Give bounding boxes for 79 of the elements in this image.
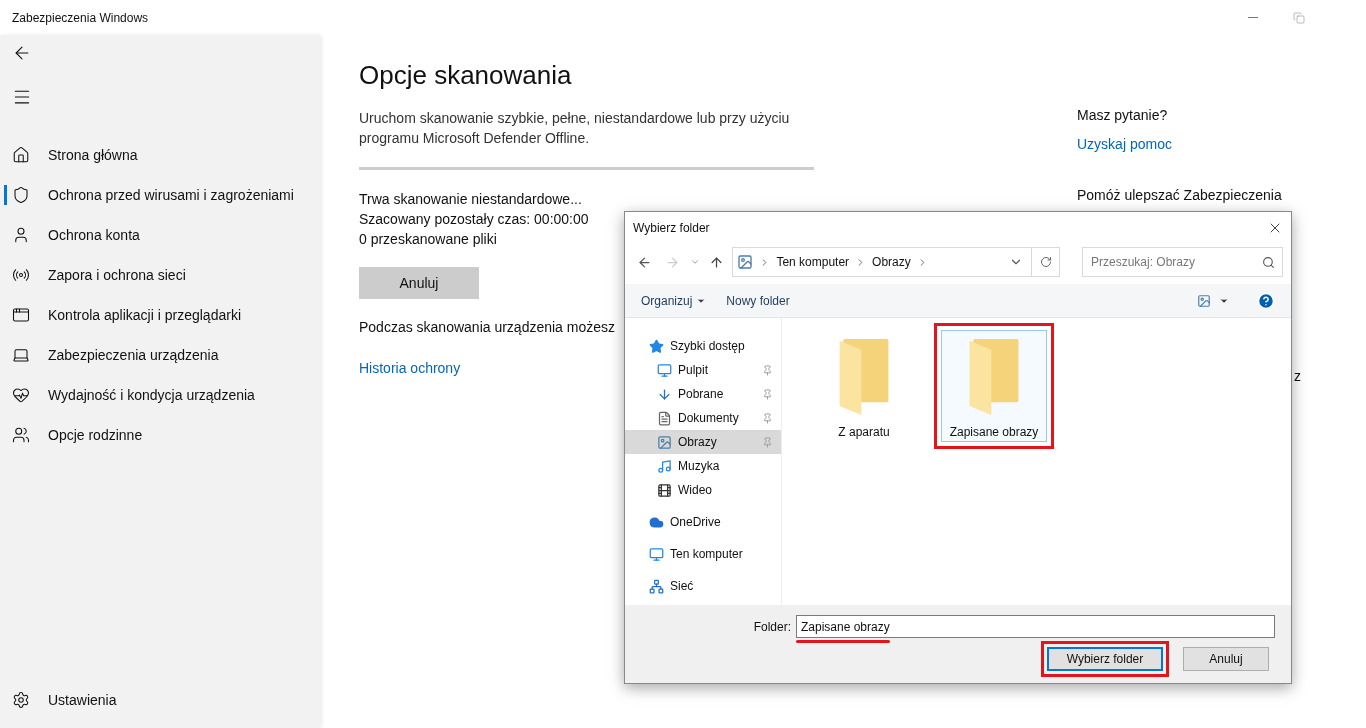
download-arrow-icon — [657, 386, 672, 402]
sidebar-item[interactable]: Zabezpieczenia urządzenia — [0, 335, 320, 375]
nav-item[interactable]: Muzyka — [625, 454, 781, 478]
people-icon — [12, 426, 30, 444]
settings-item[interactable]: Ustawienia — [0, 680, 320, 720]
film-icon — [657, 482, 672, 498]
nav-item[interactable]: Wideo — [625, 478, 781, 502]
pin-icon[interactable] — [762, 388, 773, 400]
star-icon — [649, 338, 664, 354]
computer-icon — [649, 546, 664, 562]
laptop-icon — [12, 346, 30, 364]
network-icon — [649, 578, 664, 594]
nav-item[interactable]: Pulpit — [625, 358, 781, 382]
picture-icon — [737, 254, 754, 270]
refresh-icon — [1039, 256, 1052, 268]
person-icon — [12, 226, 30, 244]
home-icon — [12, 146, 30, 164]
status-text: Szacowany pozostały czas: 00:00:00 — [359, 210, 589, 229]
document-icon — [657, 410, 672, 426]
sidebar-item[interactable]: Opcje rodzinne — [0, 415, 320, 455]
folder-label: Folder: — [753, 618, 791, 636]
organize-menu[interactable]: Organizuj — [633, 291, 715, 310]
breadcrumb-item[interactable]: Ten komputer — [776, 253, 850, 271]
picture-icon — [1197, 293, 1211, 308]
status-text: 0 przeskanowane pliki — [359, 230, 498, 249]
question-heading: Masz pytanie? — [1077, 106, 1169, 125]
folder-item[interactable]: Z aparatu — [811, 330, 917, 442]
folder-name: Z aparatu — [838, 424, 890, 441]
monitor-icon — [657, 362, 672, 378]
search-field[interactable]: Przeszukaj: Obrazy — [1082, 247, 1283, 277]
music-note-icon — [657, 458, 672, 474]
sidebar-item[interactable]: Zapora i ochrona sieci — [0, 255, 320, 295]
forward-arrow-icon — [665, 254, 681, 270]
chevron-icon — [689, 257, 700, 267]
window-title: Zabezpieczenia Windows — [12, 9, 149, 26]
text-fragment: z — [1294, 367, 1301, 386]
cancel-scan-button[interactable]: Anuluj — [359, 267, 479, 299]
dialog-button[interactable]: Wybierz folder — [1047, 647, 1163, 671]
nav-item[interactable]: Obrazy — [625, 430, 781, 454]
note-text: Podczas skanowania urządzenia możesz — [359, 318, 616, 337]
heart-icon — [12, 386, 30, 404]
settings-icon — [12, 691, 30, 709]
nav-item[interactable]: Ten komputer — [625, 542, 781, 566]
folder-item[interactable]: Zapisane obrazy — [941, 330, 1047, 442]
breadcrumb-item[interactable]: Obrazy — [872, 253, 911, 271]
shield-icon — [12, 186, 30, 204]
description: Uruchom skanowanie szybkie, pełne, niestandardowe lub przy użyciu programu Microsoft Defender Offline. — [359, 109, 791, 148]
address-bar[interactable]: Ten komputer Obrazy — [732, 247, 1061, 277]
dialog-title: Wybierz folder — [633, 219, 710, 237]
cloud-icon — [649, 514, 664, 530]
nav-item[interactable]: Szybki dostęp — [625, 334, 781, 358]
page-title: Opcje skanowania — [359, 59, 572, 92]
pin-icon[interactable] — [762, 364, 773, 376]
improve-heading: Pomóż ulepszać Zabezpieczenia — [1077, 186, 1283, 205]
new-folder-button[interactable]: Nowy folder — [714, 291, 802, 310]
nav-item[interactable]: Sieć — [625, 574, 781, 598]
pin-icon[interactable] — [762, 412, 773, 424]
status-text: Trwa skanowanie niestandardowe... — [359, 190, 583, 209]
folder-name: Zapisane obrazy — [949, 424, 1039, 441]
sidebar-item[interactable]: Wydajność i kondycja urządzenia — [0, 375, 320, 415]
nav-item[interactable]: Pobrane — [625, 382, 781, 406]
picture-icon — [657, 434, 672, 450]
minimize-icon — [1248, 17, 1258, 18]
sidebar-item[interactable]: Strona główna — [0, 135, 320, 175]
sidebar-item[interactable]: Kontrola aplikacji i przeglądarki — [0, 295, 320, 335]
restore-icon — [1293, 11, 1305, 24]
help-link[interactable]: Uzyskaj pomoc — [1077, 134, 1172, 155]
nav-item[interactable]: Dokumenty — [625, 406, 781, 430]
sidebar-item[interactable]: Ochrona konta — [0, 215, 320, 255]
dialog-button[interactable]: Anuluj — [1183, 647, 1269, 671]
pin-icon[interactable] — [762, 436, 773, 448]
folder-name-field[interactable]: Zapisane obrazy — [796, 615, 1275, 638]
sidebar-item[interactable]: Ochrona przed wirusami i zagrożeniami — [0, 175, 320, 215]
search-icon — [1262, 256, 1275, 269]
antenna-icon — [12, 266, 30, 284]
help-icon[interactable] — [1257, 291, 1275, 310]
nav-item[interactable]: OneDrive — [625, 510, 781, 534]
history-link[interactable]: Historia ochrony — [359, 358, 461, 379]
window-icon — [12, 306, 30, 324]
